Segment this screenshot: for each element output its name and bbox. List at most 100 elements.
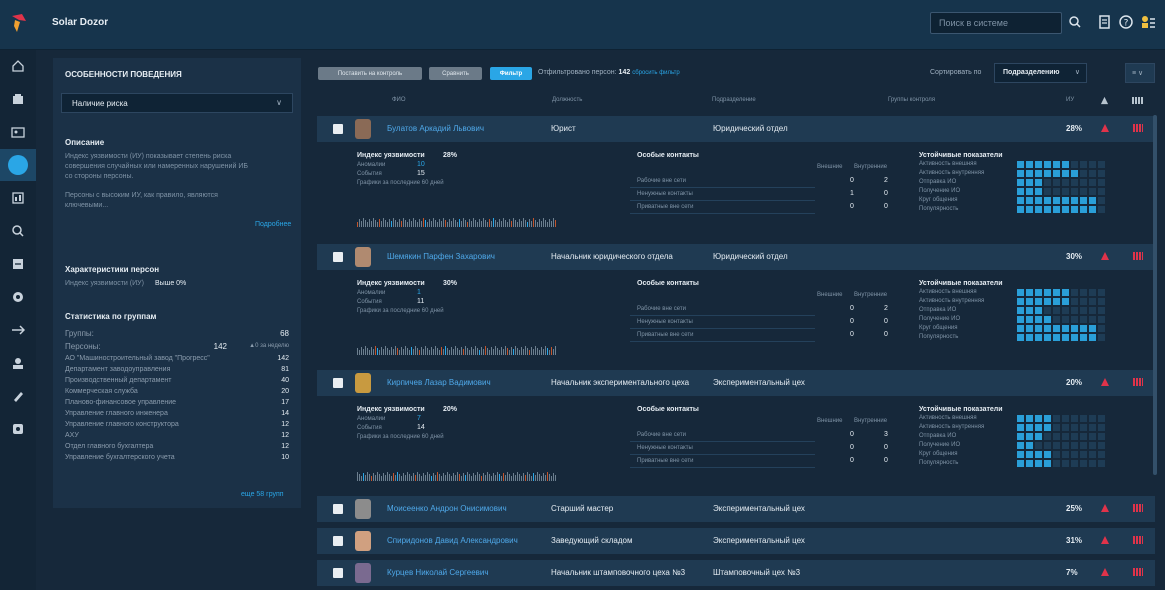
person-name-link[interactable]: Моисеенко Андрон Онисимович — [387, 504, 507, 513]
indicator-level-bar[interactable] — [1017, 334, 1105, 341]
alert-icon[interactable] — [1100, 377, 1110, 387]
person-name-link[interactable]: Булатов Аркадий Львович — [387, 124, 484, 133]
indicator-level-bar[interactable] — [1017, 442, 1105, 449]
bars-icon[interactable] — [1133, 252, 1143, 260]
header-position[interactable]: Должность — [552, 97, 582, 103]
solar-logo-icon[interactable] — [8, 12, 28, 34]
risk-select[interactable]: Наличие риска ∨ — [61, 93, 293, 113]
group-stat-row[interactable]: Отдел главного бухгалтера 12 — [65, 443, 289, 452]
alert-icon[interactable] — [1100, 251, 1110, 261]
person-name-link[interactable]: Шемякин Парфен Захарович — [387, 252, 495, 261]
person-name-link[interactable]: Кирпичев Лазар Вадимович — [387, 378, 491, 387]
user-menu-icon[interactable] — [1140, 14, 1156, 30]
activity-timeline[interactable] — [357, 215, 556, 227]
alert-icon[interactable] — [1100, 567, 1110, 577]
notes-icon[interactable] — [1097, 14, 1113, 30]
alert-icon[interactable] — [1100, 503, 1110, 513]
bars-icon[interactable] — [1133, 378, 1143, 386]
indicator-level-bar[interactable] — [1017, 451, 1105, 458]
control-button[interactable]: Поставить на контроль — [318, 67, 422, 80]
activity-timeline[interactable] — [357, 469, 556, 481]
nav-policies[interactable] — [0, 380, 36, 412]
indicator-level-bar[interactable] — [1017, 179, 1105, 186]
alert-icon[interactable] — [1100, 123, 1110, 133]
group-stat-row[interactable]: Планово-финансовое управление 17 — [65, 399, 289, 408]
bars-icon[interactable] — [1133, 568, 1143, 576]
table-row[interactable]: Курцев Николай Сергеевич Начальник штампо… — [317, 560, 1155, 586]
nav-settings[interactable] — [0, 413, 36, 445]
table-row[interactable]: Спиридонов Давид Александрович Заведующий… — [317, 528, 1155, 554]
indicator-level-bar[interactable] — [1017, 298, 1105, 305]
group-stat-row[interactable]: Коммерческая служба 20 — [65, 388, 289, 397]
search-icon[interactable] — [1067, 14, 1083, 30]
activity-timeline[interactable] — [357, 343, 556, 355]
nav-agents[interactable] — [0, 281, 36, 313]
nav-persons[interactable] — [0, 116, 36, 148]
group-stat-row[interactable]: Управление главного конструктора 12 — [65, 421, 289, 430]
header-groups[interactable]: Группы контроля — [888, 97, 935, 103]
anomalies-value[interactable]: 7 — [417, 415, 421, 422]
indicator-level-bar[interactable] — [1017, 424, 1105, 431]
anomalies-value[interactable]: 1 — [417, 289, 421, 296]
indicator-level-bar[interactable] — [1017, 289, 1105, 296]
nav-archive[interactable] — [0, 248, 36, 280]
sort-select[interactable]: Подразделению ∨ — [994, 63, 1087, 83]
row-checkbox[interactable] — [333, 504, 343, 514]
row-checkbox[interactable] — [333, 124, 343, 134]
nav-behavior[interactable] — [0, 149, 36, 181]
nav-search[interactable] — [0, 215, 36, 247]
indicator-level-bar[interactable] — [1017, 170, 1105, 177]
bars-icon[interactable] — [1133, 124, 1143, 132]
header-vi[interactable]: ИУ — [1066, 97, 1074, 103]
timeline-tick — [413, 218, 414, 227]
more-groups-link[interactable]: еще 58 групп — [241, 491, 284, 498]
header-dept[interactable]: Подразделение — [712, 97, 756, 103]
indicator-level-bar[interactable] — [1017, 206, 1105, 213]
table-row[interactable]: Кирпичев Лазар Вадимович Начальник экспер… — [317, 370, 1155, 396]
indicator-level-bar[interactable] — [1017, 415, 1105, 422]
group-stat-row[interactable]: АХУ 12 — [65, 432, 289, 441]
bars-header-icon[interactable] — [1132, 97, 1143, 104]
alert-icon[interactable] — [1100, 535, 1110, 545]
reset-filter-link[interactable]: сбросить фильтр — [632, 70, 680, 76]
row-checkbox[interactable] — [333, 536, 343, 546]
sort-order-button[interactable]: ≡ ∨ — [1125, 63, 1155, 83]
indicator-level-bar[interactable] — [1017, 197, 1105, 204]
indicator-level-bar[interactable] — [1017, 433, 1105, 440]
nav-dashboard[interactable] — [0, 83, 36, 115]
row-checkbox[interactable] — [333, 252, 343, 262]
filter-button[interactable]: Фильтр — [490, 67, 532, 80]
table-row[interactable]: Булатов Аркадий Львович Юрист Юридический … — [317, 116, 1155, 142]
indicator-level-bar[interactable] — [1017, 316, 1105, 323]
bars-icon[interactable] — [1133, 536, 1143, 544]
group-stat-row[interactable]: АО "Машиностроительный завод "Прогресс" 1… — [65, 355, 289, 364]
table-scrollbar[interactable] — [1153, 115, 1157, 475]
group-stat-row[interactable]: Производственный департамент 40 — [65, 377, 289, 386]
nav-transfer[interactable] — [0, 314, 36, 346]
person-name-link[interactable]: Курцев Николай Сергеевич — [387, 568, 489, 577]
indicator-level-bar[interactable] — [1017, 307, 1105, 314]
indicator-level-bar[interactable] — [1017, 460, 1105, 467]
row-checkbox[interactable] — [333, 568, 343, 578]
group-stat-row[interactable]: Управление бухгалтерского учета 10 — [65, 454, 289, 463]
nav-home[interactable] — [0, 50, 36, 82]
table-row[interactable]: Шемякин Парфен Захарович Начальник юридич… — [317, 244, 1155, 270]
indicator-level-bar[interactable] — [1017, 325, 1105, 332]
group-stat-row[interactable]: Департамент заводоуправления 81 — [65, 366, 289, 375]
header-name[interactable]: ФИО — [392, 97, 406, 103]
nav-reports[interactable] — [0, 182, 36, 214]
search-input[interactable]: Поиск в системе — [930, 12, 1062, 34]
anomalies-value[interactable]: 10 — [417, 161, 425, 168]
row-checkbox[interactable] — [333, 378, 343, 388]
more-link[interactable]: Подробнее — [255, 221, 291, 228]
person-name-link[interactable]: Спиридонов Давид Александрович — [387, 536, 518, 545]
bars-icon[interactable] — [1133, 504, 1143, 512]
nav-users[interactable] — [0, 347, 36, 379]
group-stat-row[interactable]: Управление главного инженера 14 — [65, 410, 289, 419]
alert-header-icon[interactable] — [1100, 96, 1109, 105]
indicator-level-bar[interactable] — [1017, 188, 1105, 195]
compare-button[interactable]: Сравнить — [429, 67, 482, 80]
table-row[interactable]: Моисеенко Андрон Онисимович Старший масте… — [317, 496, 1155, 522]
indicator-level-bar[interactable] — [1017, 161, 1105, 168]
help-icon[interactable]: ? — [1118, 14, 1134, 30]
